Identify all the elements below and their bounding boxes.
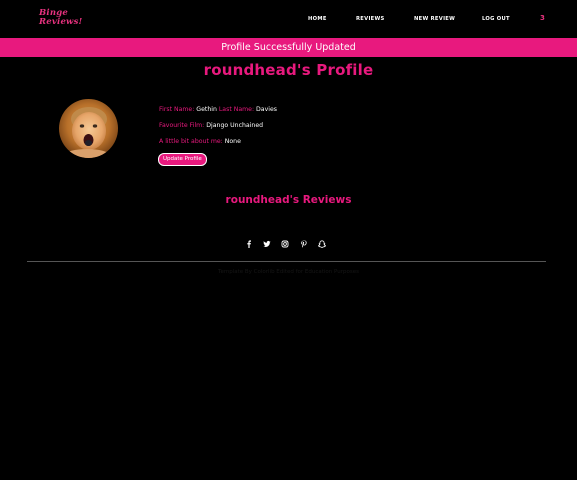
twitter-icon[interactable]: [263, 240, 271, 248]
about-label: A little bit about me:: [159, 138, 223, 145]
brand-logo[interactable]: Binge Reviews!: [39, 9, 82, 26]
footer-credit: Template By Colorlib Edited for Educatio…: [218, 269, 359, 275]
nav-home-link[interactable]: HOME: [308, 16, 327, 22]
brand-line-2: Reviews!: [39, 16, 83, 27]
film-row: Favourite Film: Django Unchained: [159, 122, 263, 129]
favourite-film-label: Favourite Film:: [159, 122, 205, 129]
nav-logout-link[interactable]: LOG OUT: [482, 16, 510, 22]
update-profile-button[interactable]: Update Profile: [158, 153, 207, 166]
name-row: First Name: Gethin Last Name: Davies: [159, 106, 277, 113]
first-name-value: Gethin: [196, 106, 217, 113]
about-row: A little bit about me: None: [159, 138, 241, 145]
instagram-icon[interactable]: [281, 240, 289, 248]
pinterest-icon[interactable]: [300, 240, 308, 248]
nav-new-review-link[interactable]: NEW REVIEW: [414, 16, 455, 22]
nav-reviews-link[interactable]: REVIEWS: [356, 16, 385, 22]
avatar: [59, 99, 118, 158]
footer-divider: [27, 261, 546, 262]
top-navbar: Binge Reviews! HOME REVIEWS NEW REVIEW L…: [0, 0, 577, 38]
first-name-label: First Name:: [159, 106, 195, 113]
avatar-image: [59, 99, 118, 158]
favourite-film-value: Django Unchained: [206, 122, 264, 129]
last-name-value: Davies: [256, 106, 277, 113]
facebook-icon[interactable]: [245, 240, 253, 248]
reviews-title: roundhead's Reviews: [225, 194, 352, 206]
profile-title: roundhead's Profile: [203, 61, 374, 79]
last-name-label: Last Name:: [218, 106, 255, 113]
snapchat-icon[interactable]: [318, 240, 326, 248]
about-value: None: [224, 138, 241, 145]
success-banner: Profile Successfully Updated: [0, 38, 577, 57]
success-message: Profile Successfully Updated: [221, 42, 356, 53]
nav-count-badge[interactable]: 3: [540, 14, 545, 22]
